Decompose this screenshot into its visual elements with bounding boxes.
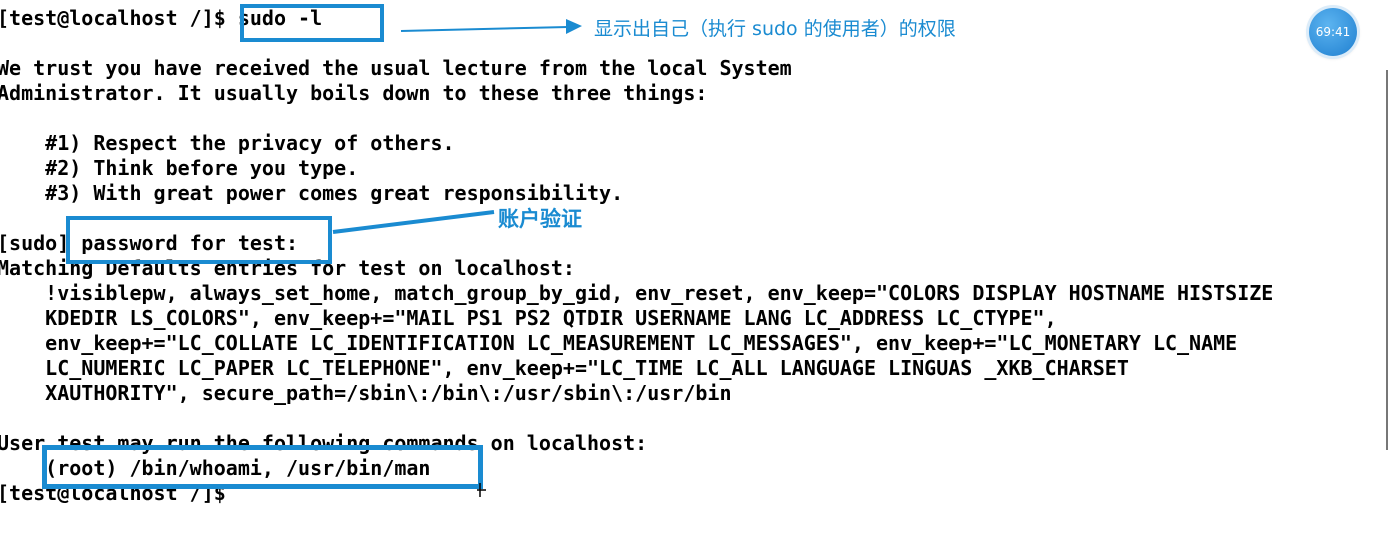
annotation-arrows: [332, 19, 582, 234]
command-annotation-label: 显示出自己（执行 sudo 的使用者）的权限: [594, 18, 956, 40]
floating-timer-badge[interactable]: 69:41: [1309, 8, 1357, 56]
password-annotation-label: 账户验证: [498, 207, 582, 231]
scrollbar-edge[interactable]: [1386, 70, 1388, 450]
arrow-icon: [400, 19, 582, 34]
arrow-icon: [332, 210, 495, 234]
text-cursor-icon: [477, 483, 486, 497]
